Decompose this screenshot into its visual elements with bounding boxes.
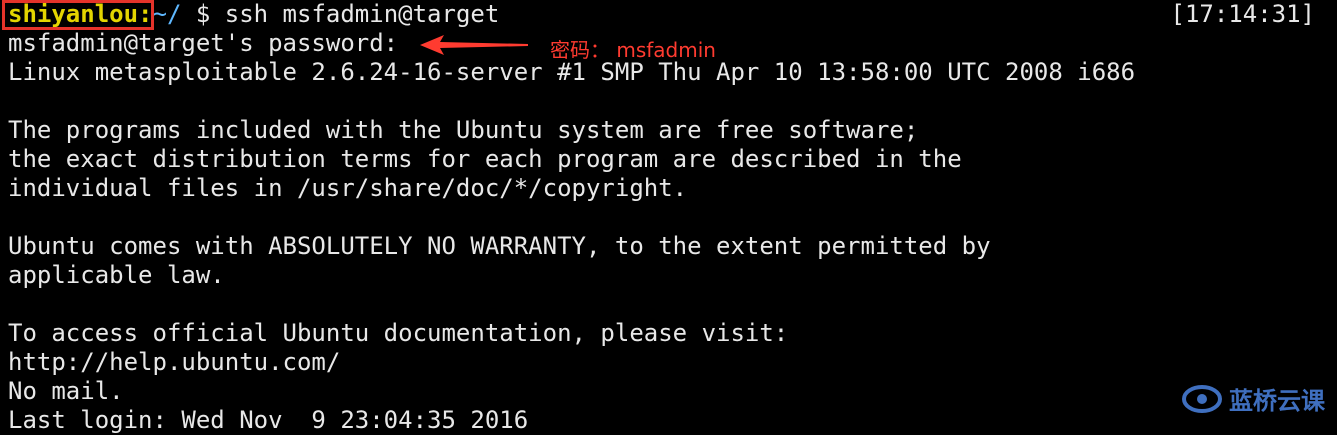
output-line: Ubuntu comes with ABSOLUTELY NO WARRANTY…	[8, 232, 991, 260]
output-line: To access official Ubuntu documentation,…	[8, 319, 789, 347]
prompt-user-highlight-box	[2, 0, 154, 30]
terminal-output[interactable]: shiyanlou:~/ $ ssh msfadmin@target msfad…	[8, 0, 1337, 435]
output-line: http://help.ubuntu.com/	[8, 348, 341, 376]
output-line: individual files in /usr/share/doc/*/cop…	[8, 174, 688, 202]
lanqiao-logo-icon	[1182, 384, 1222, 413]
output-line: No mail.	[8, 377, 124, 405]
output-line: applicable law.	[8, 261, 225, 289]
command-text: $ ssh msfadmin@target	[181, 0, 500, 28]
watermark-text: 蓝桥云课	[1229, 387, 1325, 415]
output-line: Last login: Wed Nov 9 23:04:35 2016	[8, 406, 529, 434]
prompt-line: shiyanlou:~/ $ ssh msfadmin@target	[8, 0, 1337, 29]
watermark: 蓝桥云课	[1181, 381, 1325, 416]
prompt-timestamp: [17:14:31]	[1170, 0, 1316, 28]
output-line: The programs included with the Ubuntu sy…	[8, 116, 919, 144]
output-line: the exact distribution terms for each pr…	[8, 145, 962, 173]
password-annotation: 密码： msfadmin	[550, 38, 716, 62]
annotation-arrow-icon	[420, 35, 528, 55]
prompt-path: ~/	[152, 0, 182, 28]
